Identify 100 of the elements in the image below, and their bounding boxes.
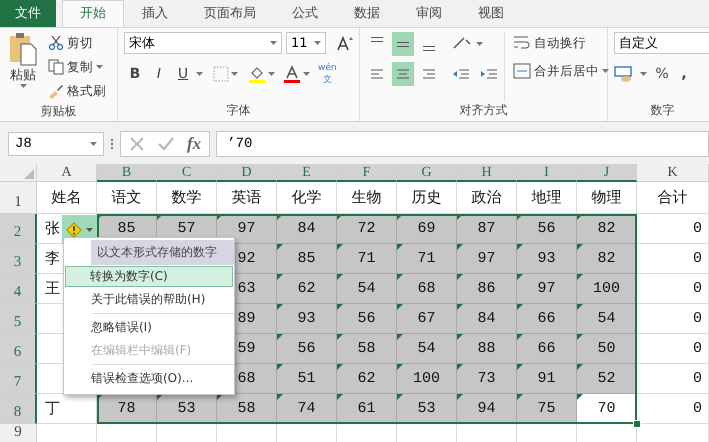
row-header[interactable]: 4 bbox=[0, 274, 37, 304]
table-cell: 0 bbox=[637, 334, 709, 364]
font-size-field[interactable]: 11 bbox=[286, 32, 326, 54]
table-cell: 58 bbox=[217, 394, 277, 424]
caret-icon[interactable] bbox=[303, 72, 310, 76]
vertical-align-button[interactable] bbox=[392, 32, 414, 56]
font-name-field[interactable]: 宋体 bbox=[124, 32, 282, 54]
table-cell: 地理 bbox=[517, 182, 577, 214]
table-cell-text: 王 bbox=[45, 280, 60, 298]
table-cell: 67 bbox=[397, 304, 457, 334]
table-cell: 0 bbox=[637, 304, 709, 334]
column-header[interactable]: A bbox=[37, 164, 97, 182]
copy-button[interactable]: 复制 bbox=[46, 56, 108, 78]
insert-function-button[interactable]: fx bbox=[187, 134, 202, 154]
ribbon-tab[interactable]: 开始 bbox=[62, 0, 124, 27]
formula-field[interactable]: ’70 bbox=[216, 131, 709, 157]
grip-icon bbox=[110, 138, 114, 150]
row-header[interactable]: 2 bbox=[0, 214, 37, 244]
caret-icon bbox=[86, 228, 93, 232]
fill-handle[interactable] bbox=[633, 420, 641, 428]
paste-button[interactable]: 粘贴 bbox=[6, 32, 40, 102]
bold-button[interactable]: B bbox=[124, 62, 146, 86]
caret-icon[interactable] bbox=[96, 65, 103, 69]
caret-icon[interactable] bbox=[90, 142, 97, 146]
caret-icon[interactable] bbox=[270, 41, 277, 45]
align-lines-icon bbox=[422, 46, 436, 51]
table-cell: 56 bbox=[517, 214, 577, 244]
table-cell: 54 bbox=[577, 304, 637, 334]
column-header[interactable]: F bbox=[337, 164, 397, 182]
row-header[interactable]: 8 bbox=[0, 394, 37, 424]
table-cell: 51 bbox=[277, 364, 337, 394]
ribbon-tab[interactable]: 页面布局 bbox=[186, 0, 274, 27]
number-format-field[interactable]: 自定义 bbox=[614, 32, 709, 54]
font-color-icon[interactable] bbox=[283, 65, 301, 83]
caret-icon[interactable] bbox=[314, 41, 321, 45]
table-cell: 56 bbox=[277, 334, 337, 364]
align-lines-icon bbox=[396, 42, 410, 46]
row-header[interactable]: 9 bbox=[0, 424, 37, 442]
table-cell: 84 bbox=[277, 214, 337, 244]
row-header[interactable]: 7 bbox=[0, 364, 37, 394]
comma-button[interactable]: , bbox=[677, 62, 691, 86]
column-header[interactable]: G bbox=[397, 164, 457, 182]
table-cell: 74 bbox=[277, 394, 337, 424]
column-header[interactable]: B bbox=[97, 164, 157, 182]
table-cell: 66 bbox=[517, 304, 577, 334]
column-header[interactable]: I bbox=[517, 164, 577, 182]
column-header[interactable]: D bbox=[217, 164, 277, 182]
file-tab[interactable]: 文件 bbox=[0, 0, 56, 27]
copy-icon bbox=[48, 59, 64, 75]
table-cell: 93 bbox=[277, 304, 337, 334]
percent-button[interactable]: % bbox=[653, 62, 671, 86]
ribbon-tab[interactable]: 公式 bbox=[274, 0, 336, 27]
column-header[interactable]: C bbox=[157, 164, 217, 182]
table-cell: 97 bbox=[457, 244, 517, 274]
table-cell: 94 bbox=[457, 394, 517, 424]
table-cell: 56 bbox=[337, 304, 397, 334]
merge-center-button[interactable]: 合并后居中 bbox=[511, 60, 611, 82]
row-header[interactable]: 6 bbox=[0, 334, 37, 364]
name-box[interactable]: J8 bbox=[8, 132, 104, 156]
ribbon-tab[interactable]: 审阅 bbox=[398, 0, 460, 27]
decrease-indent-icon[interactable] bbox=[452, 68, 470, 80]
caret-icon[interactable] bbox=[602, 69, 609, 73]
table-cell: 数学 bbox=[157, 182, 217, 214]
table-cell: 97 bbox=[517, 274, 577, 304]
ribbon-tab[interactable]: 插入 bbox=[124, 0, 186, 27]
wrap-text-button[interactable]: 自动换行 bbox=[511, 32, 611, 54]
format-painter-button[interactable]: 格式刷 bbox=[46, 80, 108, 102]
column-header[interactable]: E bbox=[277, 164, 337, 182]
ribbon-tab[interactable]: 数据 bbox=[336, 0, 398, 27]
border-icon[interactable] bbox=[213, 66, 229, 82]
increase-indent-icon[interactable] bbox=[480, 68, 498, 80]
column-header[interactable]: K bbox=[637, 164, 709, 182]
row-header[interactable]: 1 bbox=[0, 182, 37, 214]
horizontal-align-button[interactable] bbox=[392, 62, 414, 86]
currency-icon[interactable] bbox=[614, 65, 634, 83]
table-cell: 政治 bbox=[457, 182, 517, 214]
grow-font-icon[interactable] bbox=[336, 35, 354, 51]
row-header[interactable]: 5 bbox=[0, 304, 37, 334]
table-cell: 54 bbox=[397, 334, 457, 364]
ribbon-tab[interactable]: 视图 bbox=[460, 0, 522, 27]
group-label: 数字 bbox=[650, 102, 676, 119]
checkmark-icon[interactable] bbox=[157, 136, 175, 152]
column-header[interactable]: H bbox=[457, 164, 517, 182]
caret-icon[interactable] bbox=[268, 72, 275, 76]
table-cell: 100 bbox=[577, 274, 637, 304]
underline-button[interactable]: U bbox=[172, 62, 194, 86]
caret-icon[interactable] bbox=[196, 72, 203, 76]
caret-icon[interactable] bbox=[20, 84, 26, 88]
table-cell-text: 张 bbox=[45, 220, 60, 238]
row-header[interactable]: 3 bbox=[0, 244, 37, 274]
fill-color-icon[interactable] bbox=[248, 65, 266, 83]
cut-button[interactable]: 剪切 bbox=[46, 32, 108, 54]
column-header[interactable]: J bbox=[577, 164, 637, 182]
italic-button[interactable]: I bbox=[148, 62, 170, 86]
phonetic-button[interactable]: wén 文 bbox=[318, 63, 337, 85]
merge-icon bbox=[513, 63, 531, 79]
caret-icon[interactable] bbox=[640, 72, 647, 76]
caret-icon[interactable] bbox=[476, 42, 483, 46]
caret-icon[interactable] bbox=[231, 72, 238, 76]
menu-item[interactable]: 转换为数字(C) bbox=[65, 266, 233, 287]
